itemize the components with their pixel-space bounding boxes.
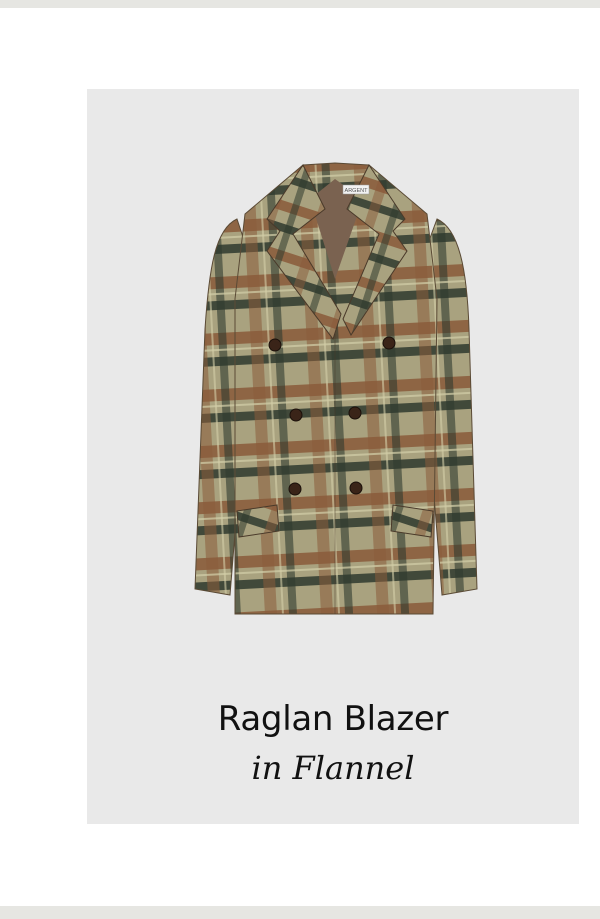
top-divider-band bbox=[0, 0, 600, 8]
bottom-divider-band bbox=[0, 906, 600, 919]
label-tag-text: ARGENT bbox=[345, 188, 369, 194]
product-card[interactable]: ARGENT Raglan Blazer in Flannel bbox=[87, 89, 579, 824]
plaid-blazer-image[interactable]: ARGENT bbox=[175, 159, 495, 634]
product-name[interactable]: Raglan Blazer bbox=[87, 699, 579, 739]
product-material: in Flannel bbox=[251, 749, 415, 787]
